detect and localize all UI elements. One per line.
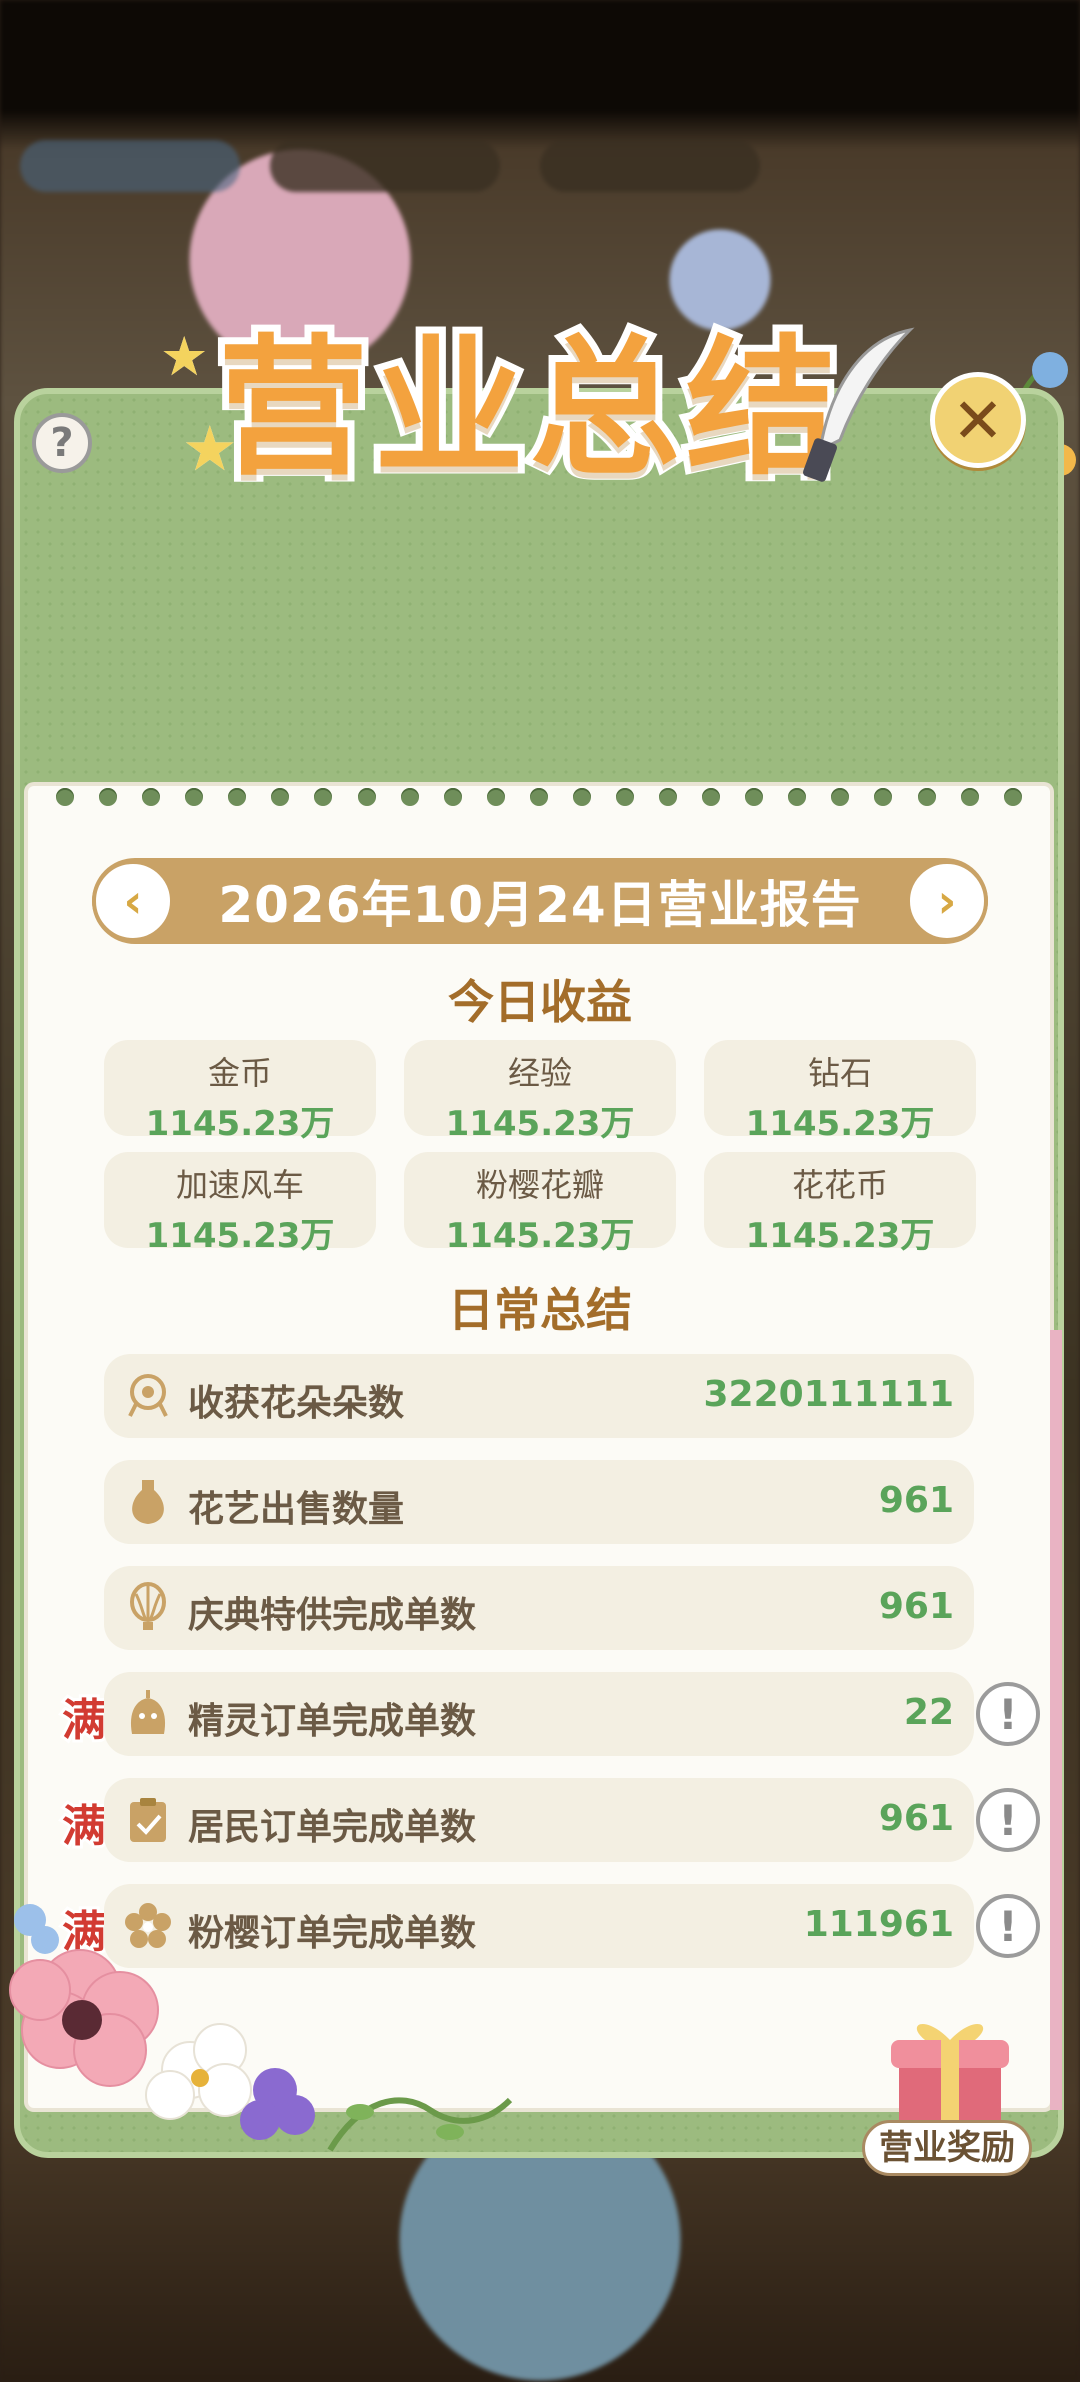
summary-row: 收获花朵朵数 3220111111 <box>104 1354 974 1438</box>
today-income-title: 今日收益 <box>448 975 632 1029</box>
chevron-left-icon: ‹ <box>123 874 143 928</box>
close-button[interactable]: ✕ <box>930 372 1026 468</box>
next-day-button[interactable]: › <box>906 860 988 942</box>
summary-row: 居民订单完成单数 961 <box>104 1778 974 1862</box>
spirit-icon <box>130 1690 166 1734</box>
page-title-banner: 营业总结 <box>200 300 860 503</box>
income-stat: 花花币 1145.23万 <box>704 1152 976 1256</box>
prev-day-button[interactable]: ‹ <box>92 860 174 942</box>
vase-icon <box>132 1480 164 1524</box>
report-date-bar: 2026年10月24日营业报告 <box>92 858 988 944</box>
income-stat: 加速风车 1145.23万 <box>104 1152 376 1256</box>
income-stat: 经验 1145.23万 <box>404 1040 676 1144</box>
summary-row: 庆典特供完成单数 961 <box>104 1566 974 1650</box>
quill-pen-icon <box>803 327 915 482</box>
help-button[interactable]: ? <box>32 413 92 473</box>
gift-box-icon[interactable] <box>885 2014 1015 2134</box>
chevron-right-icon: › <box>937 874 957 928</box>
info-button[interactable]: ! <box>976 1894 1040 1958</box>
business-reward-button[interactable]: 营业奖励 <box>862 2120 1032 2176</box>
report-date-title: 2026年10月24日营业报告 <box>218 876 862 934</box>
star-icon: ★ <box>160 325 209 388</box>
info-button[interactable]: ! <box>976 1682 1040 1746</box>
full-badge: 满 <box>59 1798 109 1855</box>
balloon-icon <box>130 1582 166 1630</box>
full-badge: 满 <box>59 1692 109 1749</box>
income-stat: 粉樱花瓣 1145.23万 <box>404 1152 676 1256</box>
page-title: 营业总结 <box>211 315 843 503</box>
paper-edge-stripe <box>1050 1330 1062 2110</box>
summary-row: 精灵订单完成单数 22 <box>104 1672 974 1756</box>
rose-icon <box>128 1374 168 1417</box>
daily-summary-title: 日常总结 <box>448 1283 632 1337</box>
summary-row: 花艺出售数量 961 <box>104 1460 974 1544</box>
paper-binding-holes <box>28 788 1050 812</box>
star-icon: ★ <box>182 412 238 485</box>
info-button[interactable]: ! <box>976 1788 1040 1852</box>
flower-decoration <box>9 1904 513 2152</box>
clipboard-icon <box>130 1798 166 1842</box>
income-stat: 金币 1145.23万 <box>104 1040 376 1144</box>
income-stat: 钻石 1145.23万 <box>704 1040 976 1144</box>
